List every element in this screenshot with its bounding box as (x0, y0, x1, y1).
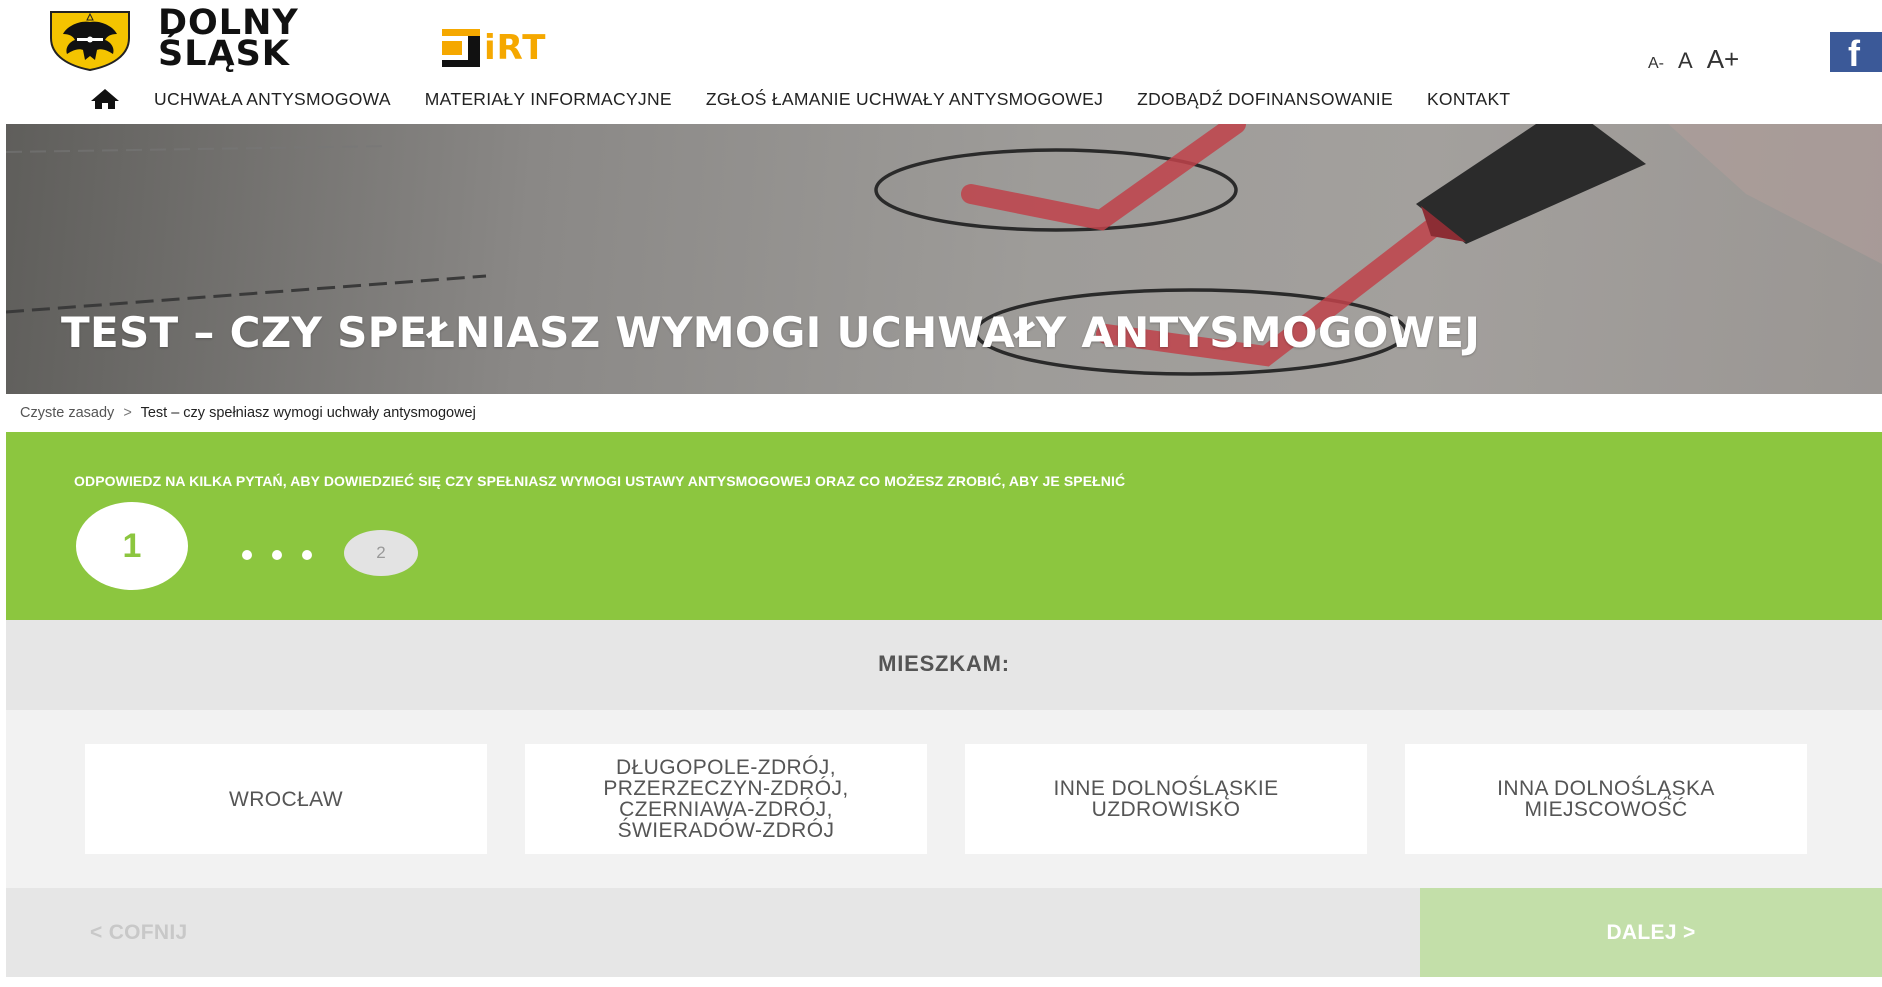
option-inne-uzdrowisko[interactable]: INNE DOLNOŚLĄSKIE UZDROWISKO (965, 744, 1367, 854)
quiz-instruction: ODPOWIEDZ NA KILKA PYTAŃ, ABY DOWIEDZIEĆ… (74, 473, 1126, 489)
breadcrumb: Czyste zasady > Test – czy spełniasz wym… (20, 405, 476, 421)
font-decrease-button[interactable]: A- (1648, 55, 1664, 73)
irt-logo-text: iRT (484, 28, 547, 68)
nav-item-dofinansowanie[interactable]: ZDOBĄDŹ DOFINANSOWANIE (1137, 89, 1393, 110)
option-inna-miejscowosc[interactable]: INNA DOLNOŚLĄSKA MIEJSCOWOŚĆ (1405, 744, 1807, 854)
step-progress-dots (242, 550, 312, 560)
progress-dot (272, 550, 282, 560)
logo-line-2: ŚLĄSK (158, 34, 290, 74)
breadcrumb-separator: > (123, 405, 132, 421)
font-normal-button[interactable]: A (1678, 48, 1693, 74)
nav-item-kontakt[interactable]: KONTAKT (1427, 89, 1510, 110)
font-increase-button[interactable]: A+ (1707, 44, 1740, 75)
answer-options: WROCŁAW DŁUGOPOLE-ZDRÓJ, PRZERZECZYN-ZDR… (6, 710, 1882, 888)
question-bar: MIESZKAM: (6, 620, 1882, 710)
main-nav: UCHWAŁA ANTYSMOGOWA MATERIAŁY INFORMACYJ… (90, 88, 1544, 110)
dolny-slask-logo[interactable]: DOLNY ŚLĄSK (158, 6, 299, 74)
facebook-icon[interactable]: f (1830, 32, 1882, 74)
progress-dot (302, 550, 312, 560)
quiz-navigation: < COFNIJ DALEJ > (6, 888, 1882, 977)
progress-dot (242, 550, 252, 560)
home-icon[interactable] (90, 88, 120, 110)
step-indicator-current: 1 (76, 502, 188, 590)
font-size-controls: A- A A+ (1648, 44, 1739, 75)
breadcrumb-home-link[interactable]: Czyste zasady (20, 405, 114, 421)
nav-item-uchwala[interactable]: UCHWAŁA ANTYSMOGOWA (154, 89, 391, 110)
page: DOLNY ŚLĄSK iRT A- A A+ f UCHWAŁA ANTYSM… (0, 0, 1882, 987)
breadcrumb-current: Test – czy spełniasz wymogi uchwały anty… (140, 405, 476, 421)
irt-mark-icon (442, 29, 480, 67)
back-button[interactable]: < COFNIJ (90, 888, 188, 977)
option-wroclaw[interactable]: WROCŁAW (85, 744, 487, 854)
coat-of-arms-logo[interactable] (47, 8, 133, 72)
question-label: MIESZKAM: (878, 651, 1010, 676)
irt-logo[interactable]: iRT (442, 26, 547, 70)
nav-item-materialy[interactable]: MATERIAŁY INFORMACYJNE (425, 89, 672, 110)
quiz-intro-band: ODPOWIEDZ NA KILKA PYTAŃ, ABY DOWIEDZIEĆ… (6, 432, 1882, 620)
step-indicator-next: 2 (344, 530, 418, 576)
next-button[interactable]: DALEJ > (1420, 888, 1882, 977)
option-uzdrowiska-list[interactable]: DŁUGOPOLE-ZDRÓJ, PRZERZECZYN-ZDRÓJ, CZER… (525, 744, 927, 854)
page-title: TEST – CZY SPEŁNIASZ WYMOGI UCHWAŁY ANTY… (61, 308, 1481, 357)
nav-item-zglos[interactable]: ZGŁOŚ ŁAMANIE UCHWAŁY ANTYSMOGOWEJ (706, 89, 1103, 110)
